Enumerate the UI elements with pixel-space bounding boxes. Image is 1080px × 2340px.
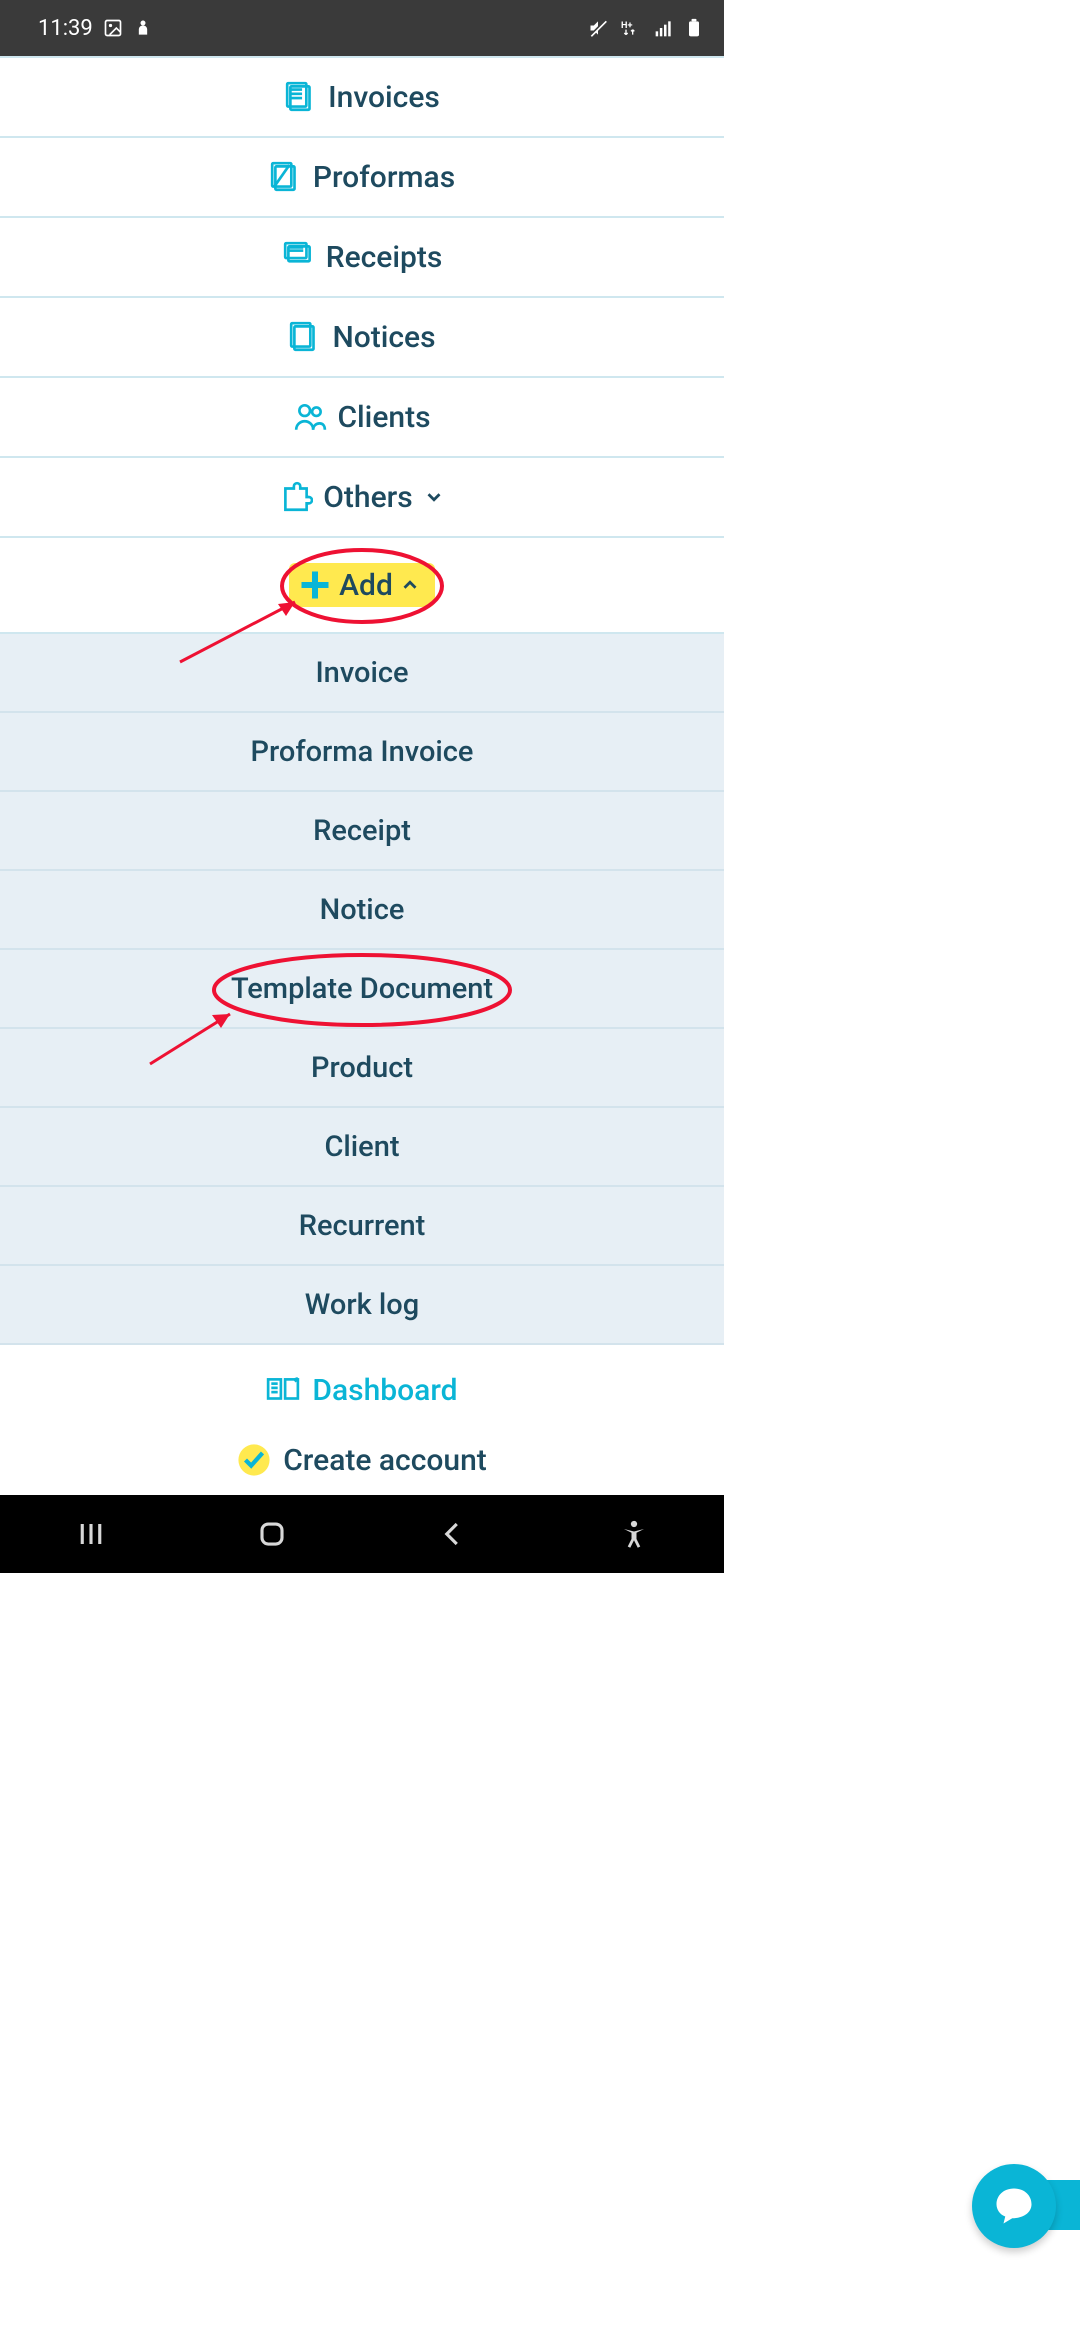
add-item-label: Template Document [231,972,493,1006]
footer-create-account[interactable]: Create account [0,1425,724,1495]
chevron-up-icon [399,574,421,596]
android-navbar [0,1495,724,1573]
home-icon[interactable] [257,1519,287,1549]
back-icon[interactable] [438,1519,468,1549]
app-status-icon [133,18,153,38]
plus-icon [297,567,333,603]
status-left: 11:39 [38,16,153,41]
invoices-icon [284,80,318,114]
nav-item-receipts[interactable]: Receipts [0,218,724,298]
nav-item-proformas[interactable]: Proformas [0,138,724,218]
nav-label: Receipts [326,240,443,275]
footer-label: Create account [283,1443,487,1478]
add-item-label: Recurrent [299,1209,426,1243]
footer-dashboard[interactable]: Dashboard [0,1355,724,1425]
nav-label: Others [323,480,412,515]
signal-icon [654,18,674,38]
chat-icon [993,2185,1035,2227]
recents-icon[interactable] [76,1519,106,1549]
add-item-invoice[interactable]: Invoice [0,634,724,713]
clients-icon [293,400,327,434]
add-item-proforma[interactable]: Proforma Invoice [0,713,724,792]
nav-label-add: Add [339,568,393,603]
add-item-label: Work log [305,1288,419,1322]
nav-label: Clients [337,400,430,435]
nav-label: Invoices [328,80,440,115]
nav-item-invoices[interactable]: Invoices [0,58,724,138]
add-item-worklog[interactable]: Work log [0,1266,724,1345]
add-highlight: Add [289,563,435,607]
receipts-icon [282,240,316,274]
add-item-label: Product [311,1051,413,1085]
puzzle-icon [279,480,313,514]
proformas-icon [269,160,303,194]
chevron-down-icon [423,486,445,508]
network-type-icon: H+ [618,18,644,38]
status-right: H+ [588,18,704,38]
battery-icon [684,18,704,38]
add-item-receipt[interactable]: Receipt [0,792,724,871]
add-item-label: Client [324,1130,399,1164]
nav-label: Notices [332,320,435,355]
dashboard-icon [266,1373,300,1407]
add-item-notice[interactable]: Notice [0,871,724,950]
add-item-product[interactable]: Product [0,1029,724,1108]
notices-icon [288,320,322,354]
nav-label: Proformas [313,160,455,195]
check-badge-icon [237,1443,271,1477]
nav-item-notices[interactable]: Notices [0,298,724,378]
add-item-label: Receipt [313,814,411,848]
main-nav-list: Invoices Proformas Receipts Notices Clie… [0,56,724,1345]
status-bar: 11:39 H+ [0,0,724,56]
nav-item-clients[interactable]: Clients [0,378,724,458]
image-icon [103,18,123,38]
status-time: 11:39 [38,16,93,41]
add-item-client[interactable]: Client [0,1108,724,1187]
mute-icon [588,18,608,38]
footer-area: Dashboard Create account [0,1345,724,1495]
add-item-template[interactable]: Template Document [0,950,724,1029]
nav-item-others[interactable]: Others [0,458,724,538]
add-item-label: Proforma Invoice [251,735,474,769]
nav-item-add[interactable]: Add [0,538,724,634]
svg-text:H+: H+ [621,21,632,31]
add-item-label: Notice [320,893,405,927]
add-item-label: Invoice [315,656,408,690]
footer-label: Dashboard [312,1373,457,1408]
chat-fab[interactable] [972,2164,1056,2248]
accessibility-icon[interactable] [619,1519,649,1549]
add-item-recurrent[interactable]: Recurrent [0,1187,724,1266]
